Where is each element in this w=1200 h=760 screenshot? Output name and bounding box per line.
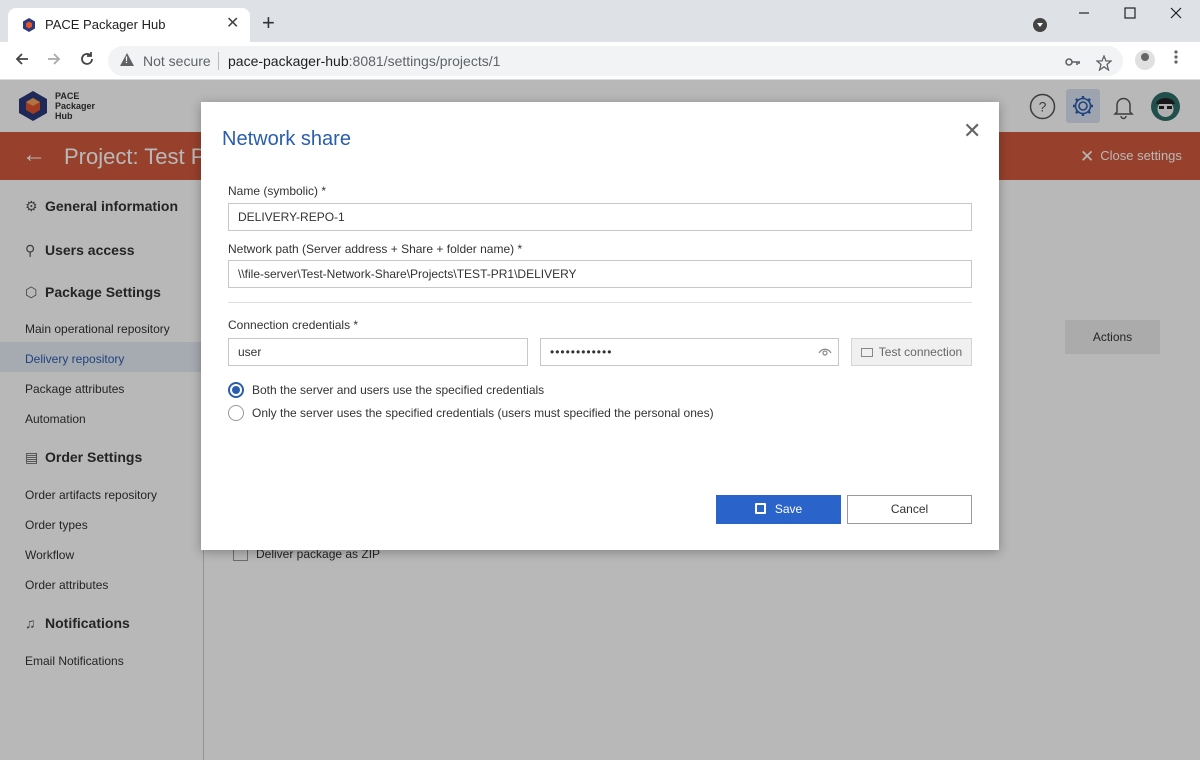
- password-field[interactable]: ••••••••••••: [540, 338, 839, 366]
- browser-toolbar: Not secure pace-packager-hub:8081/settin…: [0, 42, 1200, 80]
- password-masked-value: ••••••••••••: [550, 345, 613, 359]
- app-favicon-icon: [23, 18, 35, 32]
- profile-icon[interactable]: [1135, 50, 1155, 70]
- radio-server-only-button[interactable]: [228, 405, 244, 421]
- name-field[interactable]: DELIVERY-REPO-1: [228, 203, 972, 231]
- reload-icon[interactable]: [78, 50, 96, 72]
- radio-both-label: Both the server and users use the specif…: [252, 383, 545, 397]
- network-path-label: Network path (Server address + Share + f…: [228, 242, 523, 256]
- radio-option-server-only[interactable]: Only the server uses the specified crede…: [228, 405, 714, 421]
- network-path-field[interactable]: \\file-server\Test-Network-Share\Project…: [228, 260, 972, 288]
- window-close-icon[interactable]: [1170, 6, 1182, 24]
- test-connection-button[interactable]: Test connection: [851, 338, 972, 366]
- name-field-label: Name (symbolic) *: [228, 184, 327, 198]
- url-divider: [218, 52, 219, 70]
- forward-icon[interactable]: [45, 50, 63, 72]
- section-divider: [228, 302, 972, 303]
- url-text[interactable]: pace-packager-hub:8081/settings/projects…: [228, 53, 500, 69]
- browser-tabstrip: PACE Packager Hub ✕ +: [0, 0, 1200, 42]
- new-tab-icon[interactable]: +: [262, 12, 275, 34]
- warning-icon: [120, 53, 134, 66]
- browser-menu-icon[interactable]: [1174, 49, 1178, 69]
- network-share-dialog: Network share ✕ Name (symbolic) * DELIVE…: [201, 102, 999, 550]
- save-label: Save: [774, 502, 803, 516]
- tab-search-icon[interactable]: [1033, 18, 1047, 32]
- tab-title: PACE Packager Hub: [45, 17, 166, 32]
- browser-tab[interactable]: PACE Packager Hub ✕: [8, 8, 250, 42]
- dialog-title: Network share: [222, 128, 351, 150]
- test-connection-label: Test connection: [878, 345, 963, 359]
- security-label[interactable]: Not secure: [143, 53, 211, 69]
- url-host: pace-packager-hub: [228, 53, 349, 69]
- minimize-icon[interactable]: [1078, 6, 1090, 24]
- show-password-icon[interactable]: [818, 346, 832, 358]
- save-icon: [754, 503, 766, 514]
- dialog-close-icon[interactable]: ✕: [963, 120, 981, 142]
- maximize-icon[interactable]: [1124, 6, 1136, 24]
- radio-server-only-label: Only the server uses the specified crede…: [252, 406, 714, 420]
- cancel-button[interactable]: Cancel: [847, 495, 972, 524]
- address-bar[interactable]: Not secure pace-packager-hub:8081/settin…: [108, 46, 1123, 76]
- radio-both-button[interactable]: [228, 382, 244, 398]
- tab-close-icon[interactable]: ✕: [226, 15, 239, 33]
- username-field[interactable]: user: [228, 338, 528, 366]
- key-icon[interactable]: [1065, 55, 1081, 72]
- star-icon[interactable]: [1095, 54, 1113, 75]
- url-path: :8081/settings/projects/1: [348, 53, 501, 69]
- radio-option-both[interactable]: Both the server and users use the specif…: [228, 382, 544, 398]
- monitor-icon: [860, 348, 873, 357]
- save-button[interactable]: Save: [716, 495, 841, 524]
- back-icon[interactable]: [13, 50, 31, 72]
- credentials-label: Connection credentials *: [228, 318, 359, 332]
